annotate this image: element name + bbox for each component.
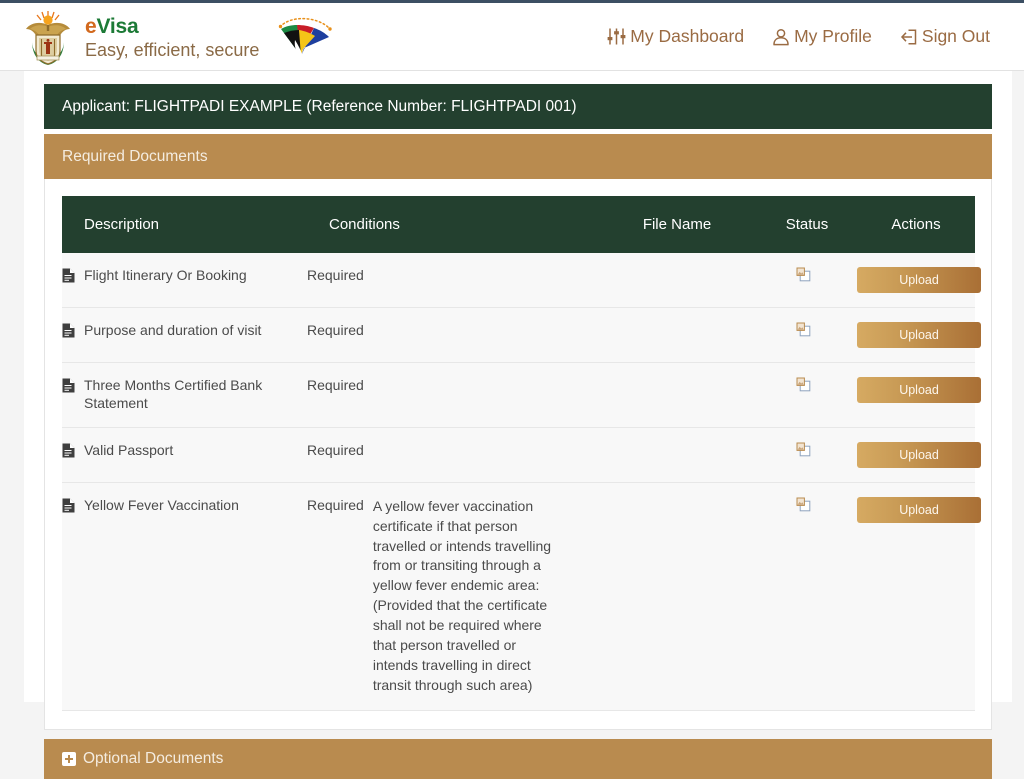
required-documents-section-header[interactable]: Required Documents xyxy=(44,134,992,179)
cell-actions: Upload xyxy=(857,362,981,428)
cell-actions: Upload xyxy=(857,481,981,711)
cell-file-name xyxy=(597,253,757,308)
cell-description: Yellow Fever Vaccination xyxy=(62,481,307,711)
broken-image-icon xyxy=(796,267,811,285)
plus-icon xyxy=(62,751,76,766)
applicant-header-bar: Applicant: FLIGHTPADI EXAMPLE (Reference… xyxy=(44,84,992,129)
site-header: eVisa Easy, efficient, secure My Dashboa… xyxy=(0,3,1024,71)
document-icon xyxy=(62,323,75,338)
user-icon xyxy=(773,28,789,45)
broken-image-icon xyxy=(796,377,811,395)
required-documents-card: Description Conditions File Name Status … xyxy=(44,179,992,730)
brand-name: eVisa xyxy=(85,16,259,37)
cell-file-name xyxy=(597,307,757,363)
cell-status xyxy=(757,362,857,428)
document-icon xyxy=(62,378,75,393)
table-row: Yellow Fever Vaccination Required A yell… xyxy=(62,481,981,711)
document-icon xyxy=(62,498,75,513)
upload-button[interactable]: Upload xyxy=(857,322,981,348)
document-icon xyxy=(62,268,75,283)
nav-item-sign-out[interactable]: Sign Out xyxy=(899,26,990,47)
cell-description: Flight Itinerary Or Booking xyxy=(62,253,307,308)
nav-item-my-profile[interactable]: My Profile xyxy=(771,26,872,47)
cell-conditions: Required xyxy=(307,307,597,363)
cell-conditions: Required xyxy=(307,426,597,483)
cell-description: Purpose and duration of visit xyxy=(62,307,307,363)
condition-value: Required xyxy=(307,441,364,458)
document-description: Purpose and duration of visit xyxy=(84,322,262,338)
brand-text: eVisa Easy, efficient, secure xyxy=(85,14,259,59)
table-header-row: Description Conditions File Name Status … xyxy=(62,196,975,253)
required-documents-table: Description Conditions File Name Status … xyxy=(62,196,981,711)
column-header-file-name: File Name xyxy=(597,196,757,253)
cell-description: Valid Passport xyxy=(62,426,307,483)
cell-conditions: Required A yellow fever vaccination cert… xyxy=(307,481,597,711)
condition-value: Required xyxy=(307,267,364,283)
document-description: Three Months Certified Bank Statement xyxy=(84,377,263,411)
required-documents-title: Required Documents xyxy=(62,147,208,165)
brand-name-visa: Visa xyxy=(96,15,139,38)
upload-button[interactable]: Upload xyxy=(857,441,981,468)
nav-item-label: Sign Out xyxy=(921,26,990,46)
nav-item-label: My Dashboard xyxy=(630,26,745,46)
broken-image-icon xyxy=(796,497,811,515)
document-description: Yellow Fever Vaccination xyxy=(84,496,239,513)
table-row: Valid Passport Required Upload xyxy=(62,426,981,483)
table-body: Flight Itinerary Or Booking Required Upl… xyxy=(62,253,981,711)
column-header-status: Status xyxy=(757,196,857,253)
cell-status xyxy=(757,307,857,363)
page-content: Applicant: FLIGHTPADI EXAMPLE (Reference… xyxy=(24,71,1012,779)
cell-status xyxy=(757,253,857,308)
cell-status xyxy=(757,426,857,483)
document-description: Flight Itinerary Or Booking xyxy=(84,267,247,283)
table-row: Flight Itinerary Or Booking Required Upl… xyxy=(62,253,981,308)
table-row: Purpose and duration of visit Required U… xyxy=(62,307,981,363)
cell-actions: Upload xyxy=(857,307,981,363)
column-header-conditions: Conditions xyxy=(307,196,597,253)
table-row: Three Months Certified Bank Statement Re… xyxy=(62,362,981,428)
brand-logo[interactable]: eVisa Easy, efficient, secure xyxy=(20,7,336,67)
cell-file-name xyxy=(597,481,757,711)
broken-image-icon xyxy=(796,442,811,460)
applicant-header-text: Applicant: FLIGHTPADI EXAMPLE (Reference… xyxy=(62,97,577,115)
nav-item-my-dashboard[interactable]: My Dashboard xyxy=(606,26,744,47)
cell-file-name xyxy=(597,362,757,428)
condition-value: Required xyxy=(307,322,364,338)
column-header-actions: Actions xyxy=(857,196,975,253)
south-africa-coat-of-arms-icon xyxy=(26,10,70,65)
brand-tagline: Easy, efficient, secure xyxy=(85,40,260,60)
column-header-description: Description xyxy=(62,196,307,253)
content-container: Applicant: FLIGHTPADI EXAMPLE (Reference… xyxy=(44,71,992,779)
cell-actions: Upload xyxy=(857,426,981,483)
optional-documents-section-header[interactable]: Optional Documents xyxy=(44,738,992,779)
table-head: Description Conditions File Name Status … xyxy=(62,196,975,253)
cell-status xyxy=(757,481,857,711)
condition-note: A yellow fever vaccination certificate i… xyxy=(372,497,552,693)
upload-button[interactable]: Upload xyxy=(857,267,981,293)
brand-name-e: e xyxy=(85,15,97,38)
cell-conditions: Required xyxy=(307,362,597,428)
cell-conditions: Required xyxy=(307,253,597,308)
broken-image-icon xyxy=(796,322,811,340)
condition-value: Required xyxy=(307,377,364,393)
document-icon xyxy=(62,443,75,458)
sign-out-icon xyxy=(900,28,917,45)
optional-documents-title: Optional Documents xyxy=(83,749,224,767)
sliders-icon xyxy=(607,28,626,45)
document-description: Valid Passport xyxy=(84,441,174,458)
main-navigation: My Dashboard My Profile Sign Out xyxy=(606,26,1006,47)
condition-value: Required xyxy=(307,496,364,513)
nav-item-label: My Profile xyxy=(794,26,872,46)
cell-description: Three Months Certified Bank Statement xyxy=(62,362,307,428)
upload-button[interactable]: Upload xyxy=(857,377,981,403)
cell-actions: Upload xyxy=(857,253,981,308)
south-africa-flag-fan-icon xyxy=(279,17,333,57)
upload-button[interactable]: Upload xyxy=(857,496,981,523)
cell-file-name xyxy=(597,426,757,483)
